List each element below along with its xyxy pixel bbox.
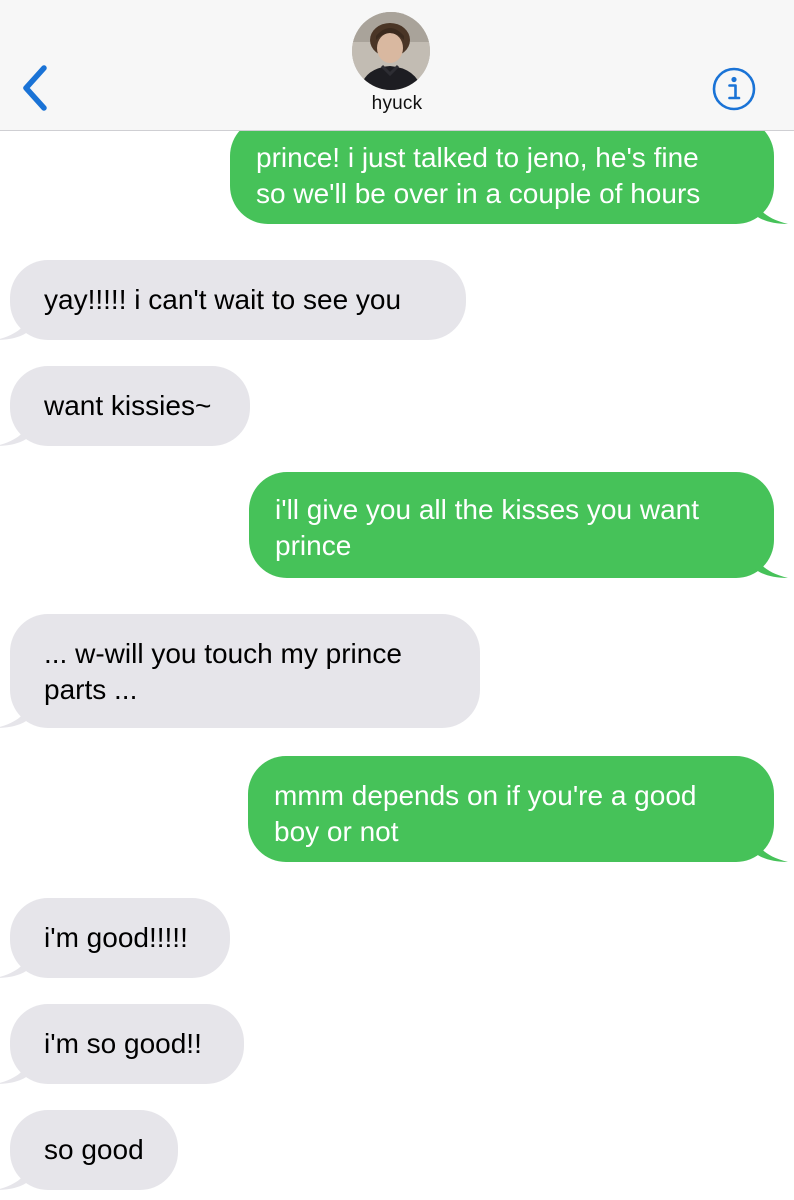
contact-photo xyxy=(352,12,430,90)
received-message-bubble[interactable]: i'm so good!! xyxy=(0,1004,244,1084)
message-text: yay!!!!! i can't wait to see you xyxy=(44,284,402,315)
message-text: prince! i just talked to jeno, he's fine… xyxy=(256,142,701,209)
sent-message-bubble[interactable]: prince! i just talked to jeno, he's fine… xyxy=(230,118,788,224)
info-button[interactable] xyxy=(711,66,757,112)
bubble-tail xyxy=(0,310,30,340)
avatar[interactable] xyxy=(352,12,430,90)
message-text: ... w-will you touch my prince parts ... xyxy=(44,638,402,705)
info-icon xyxy=(712,67,756,111)
message-text: so good xyxy=(44,1134,144,1165)
received-message-bubble[interactable]: ... w-will you touch my prince parts ... xyxy=(0,614,480,728)
bubble-tail xyxy=(754,194,788,224)
bubble-tail xyxy=(0,416,30,446)
received-message-bubble[interactable]: yay!!!!! i can't wait to see you xyxy=(0,260,466,340)
bubble-tail xyxy=(754,548,788,578)
bubble-tail xyxy=(0,1160,30,1190)
message-thread[interactable]: prince! i just talked to jeno, he's fine… xyxy=(0,0,794,1200)
sent-message-bubble[interactable]: i'll give you all the kisses you want pr… xyxy=(249,472,788,578)
message-text: i'll give you all the kisses you want pr… xyxy=(275,494,699,561)
conversation-header: hyuck xyxy=(0,0,794,131)
bubble-tail xyxy=(0,698,30,728)
messages-screen: prince! i just talked to jeno, he's fine… xyxy=(0,0,794,1200)
bubble-tail xyxy=(0,1054,30,1084)
received-message-bubble[interactable]: want kissies~ xyxy=(0,366,250,446)
contact-name[interactable]: hyuck xyxy=(0,93,794,115)
received-message-bubble[interactable]: i'm good!!!!! xyxy=(0,898,230,978)
message-text: i'm good!!!!! xyxy=(44,922,188,953)
message-text: i'm so good!! xyxy=(44,1028,202,1059)
message-text: want kissies~ xyxy=(44,390,212,421)
bubble-tail xyxy=(0,948,30,978)
received-message-bubble[interactable]: so good xyxy=(0,1110,178,1190)
sent-message-bubble[interactable]: mmm depends on if you're a good boy or n… xyxy=(248,756,788,862)
message-text: mmm depends on if you're a good boy or n… xyxy=(274,780,697,847)
bubble-tail xyxy=(754,832,788,862)
